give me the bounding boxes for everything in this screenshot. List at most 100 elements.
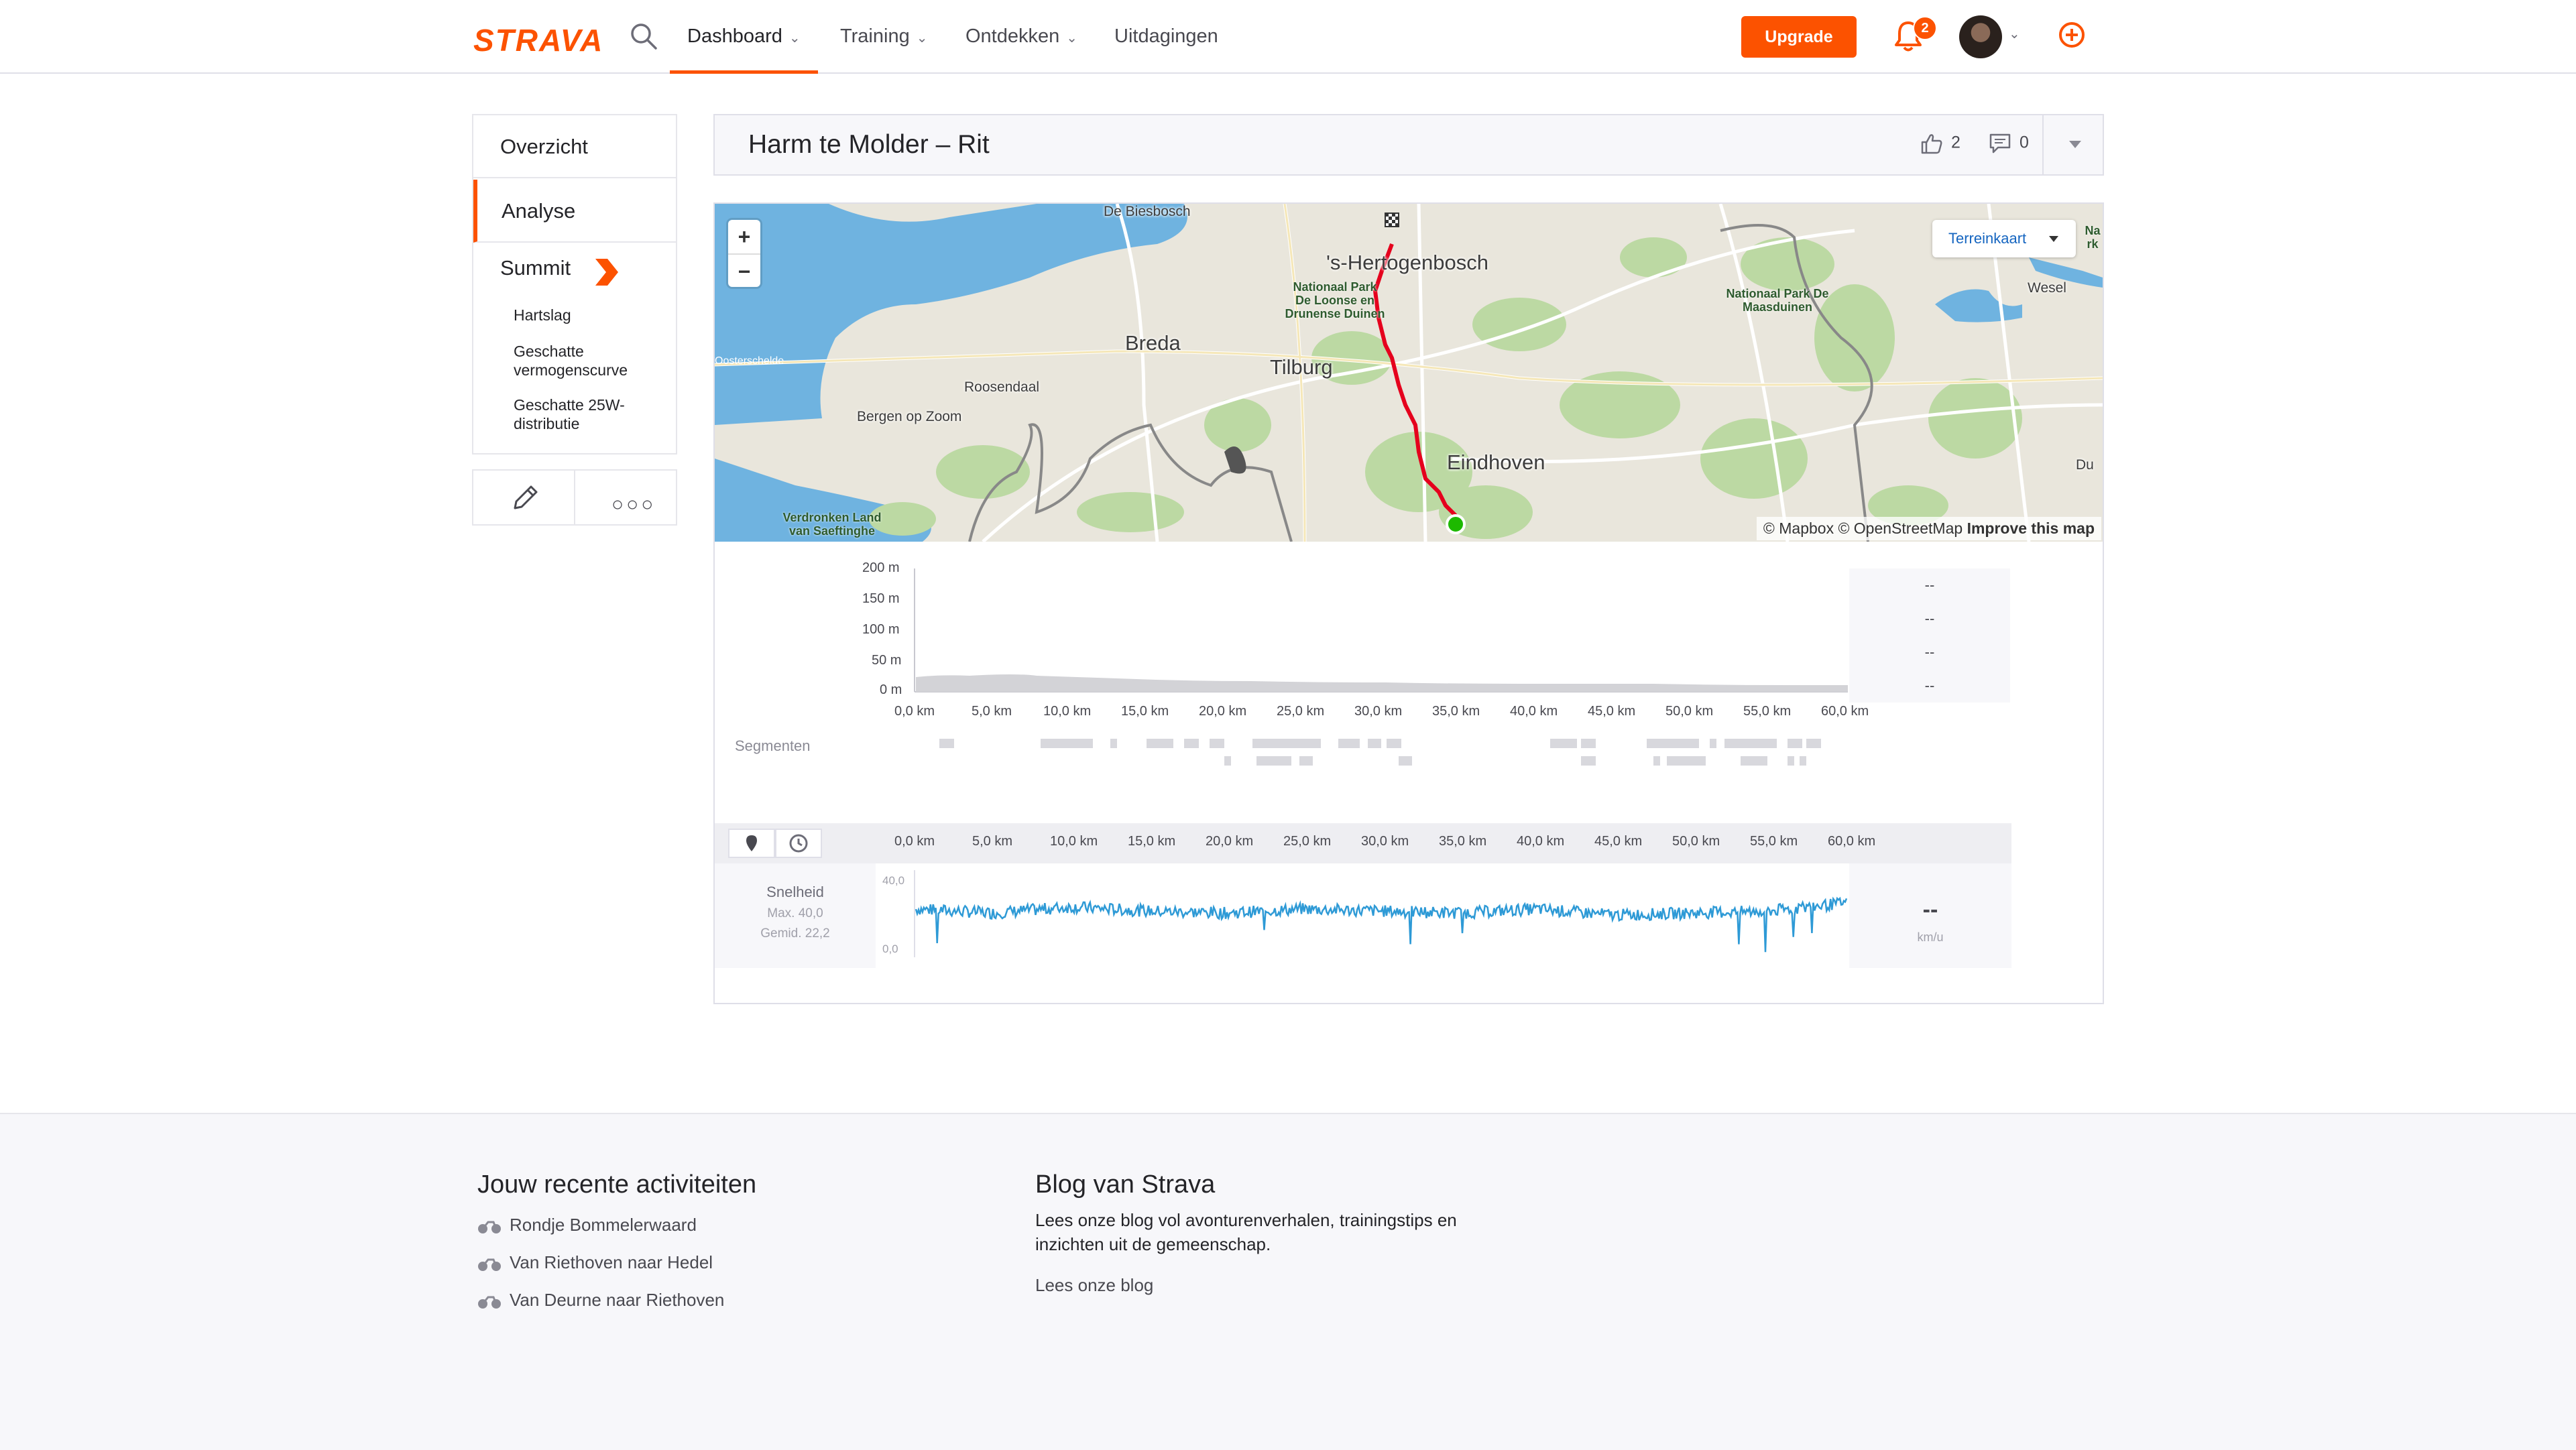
segment-bar[interactable]	[1653, 756, 1660, 766]
nav-dashboard[interactable]: Dashboard ⌄	[670, 0, 818, 74]
segment-bar[interactable]	[1256, 756, 1291, 766]
segment-bar[interactable]	[1387, 739, 1401, 748]
segment-bar[interactable]	[1299, 756, 1313, 766]
segment-bar[interactable]	[1252, 739, 1321, 748]
segment-bar[interactable]	[1184, 739, 1199, 748]
elev-x-tick: 10,0 km	[1043, 704, 1092, 719]
segment-bar[interactable]	[1147, 739, 1173, 748]
segment-bar[interactable]	[1710, 739, 1716, 748]
segment-bar[interactable]	[1800, 756, 1806, 766]
activity-title: Harm te Molder – Rit	[748, 130, 990, 159]
zoom-in-button[interactable]: +	[728, 220, 760, 255]
speed-x-tick: 55,0 km	[1750, 834, 1798, 849]
improve-map-link[interactable]: Improve this map	[1967, 520, 2095, 537]
speed-x-tick: 15,0 km	[1128, 834, 1176, 849]
speed-chart[interactable]	[715, 863, 2011, 968]
chevron-down-icon[interactable]: ⌄	[2009, 25, 2020, 42]
map-label-eindhoven: Eindhoven	[1447, 450, 1545, 474]
distance-toggle[interactable]	[728, 829, 775, 858]
segment-bar[interactable]	[1550, 739, 1577, 748]
blog-title: Blog van Strava	[1035, 1170, 1216, 1199]
recent-activity-link[interactable]: Van Riethoven naar Hedel	[477, 1252, 713, 1273]
elevation-chart: 200 m 150 m 100 m 50 m 0 m 0,0 km 5,0 km…	[715, 548, 2103, 770]
segment-bar[interactable]	[1041, 739, 1093, 748]
elev-y-tick: 100 m	[862, 622, 900, 637]
speed-x-tick: 10,0 km	[1050, 834, 1098, 849]
elev-x-tick: 25,0 km	[1277, 704, 1325, 719]
elev-x-tick: 60,0 km	[1821, 704, 1869, 719]
nav-discover[interactable]: Ontdekken ⌄	[965, 0, 1077, 72]
pencil-icon[interactable]	[510, 483, 540, 513]
speed-series-line	[915, 896, 1848, 953]
time-toggle[interactable]	[775, 829, 822, 858]
map-label-denbosch: 's-Hertogenbosch	[1326, 251, 1488, 274]
nav-training[interactable]: Training ⌄	[840, 0, 927, 72]
divider	[574, 471, 575, 524]
segment-bar[interactable]	[1741, 756, 1767, 766]
strava-logo[interactable]: STRAVA	[473, 22, 603, 58]
footer: Jouw recente activiteiten Rondje Bommele…	[0, 1113, 2576, 1450]
segment-bar[interactable]	[1788, 739, 1802, 748]
activity-header: Harm te Molder – Rit 2 0	[713, 114, 2104, 176]
sidebar-item-heartrate[interactable]: Hartslag	[514, 306, 668, 324]
segment-bar[interactable]	[939, 739, 954, 748]
bike-icon	[478, 1296, 501, 1309]
add-activity-icon[interactable]	[2059, 22, 2085, 48]
kudos-count: 2	[1951, 133, 1960, 152]
segment-bar[interactable]	[1806, 739, 1821, 748]
bike-icon	[478, 1221, 501, 1234]
blog-link[interactable]: Lees onze blog	[1035, 1275, 1153, 1296]
comments-button[interactable]: 0	[1989, 133, 2029, 154]
segment-bar[interactable]	[1788, 756, 1794, 766]
activity-actions-dropdown[interactable]	[2042, 115, 2105, 174]
sidebar-item-power-distribution[interactable]: Geschatte 25W-distributie	[514, 396, 668, 433]
chevron-down-icon: ⌄	[788, 31, 801, 46]
segment-bar[interactable]	[1110, 739, 1117, 748]
recent-activity-link[interactable]: Van Deurne naar Riethoven	[477, 1290, 724, 1311]
speed-row: Snelheid Max. 40,0 Gemid. 22,2 40,0 0,0 …	[715, 863, 2011, 968]
nav-challenges[interactable]: Uitdagingen	[1114, 0, 1218, 72]
zoom-out-button[interactable]: −	[728, 255, 760, 288]
map-label-wesel: Wesel	[2028, 280, 2066, 296]
elev-x-tick: 15,0 km	[1121, 704, 1169, 719]
segment-bar[interactable]	[1581, 739, 1596, 748]
segment-bar[interactable]	[1399, 756, 1412, 766]
location-pin-icon	[746, 835, 757, 851]
avatar[interactable]	[1959, 15, 2002, 58]
elev-y-tick: 150 m	[862, 591, 900, 606]
comment-icon	[1989, 133, 2011, 154]
sidebar-item-analysis[interactable]: Analyse	[473, 180, 676, 243]
elev-stat: --	[1849, 669, 2010, 704]
recent-activity-label: Van Riethoven naar Hedel	[510, 1252, 713, 1272]
segment-bar[interactable]	[1667, 756, 1706, 766]
segment-bar[interactable]	[1210, 739, 1224, 748]
kudos-button[interactable]: 2	[1920, 133, 1960, 154]
recent-activities-title: Jouw recente activiteiten	[477, 1170, 757, 1199]
segment-bar[interactable]	[1581, 756, 1596, 766]
summit-label: Summit	[500, 256, 571, 280]
elev-x-tick: 0,0 km	[894, 704, 935, 719]
search-icon[interactable]	[629, 21, 658, 51]
elev-stat: --	[1849, 568, 2010, 603]
elev-x-tick: 45,0 km	[1588, 704, 1636, 719]
attribution-text: © Mapbox © OpenStreetMap	[1763, 520, 1963, 537]
sidebar-item-power-curve[interactable]: Geschatte vermogenscurve	[514, 342, 668, 379]
segment-bar[interactable]	[1368, 739, 1381, 748]
recent-activity-link[interactable]: Rondje Bommelerwaard	[477, 1215, 697, 1235]
map-label-park-maasduinen: Nationaal Park De Maasduinen	[1726, 287, 1829, 314]
speed-x-tick: 20,0 km	[1206, 834, 1254, 849]
map-label-park-loonse: Nationaal Park De Loonse en Drunense Dui…	[1285, 280, 1385, 320]
elev-stat: --	[1849, 602, 2010, 637]
clock-icon	[789, 834, 808, 853]
speed-current: --	[1922, 897, 1938, 922]
segment-bar[interactable]	[1224, 756, 1231, 766]
upgrade-button[interactable]: Upgrade	[1741, 16, 1857, 58]
segment-bar[interactable]	[1647, 739, 1699, 748]
map-type-select[interactable]: Terreinkaart	[1932, 220, 2076, 257]
route-map[interactable]: + − Terreinkaart 's-Hertogenbosch Breda …	[715, 204, 2103, 542]
more-options-icon[interactable]: ○○○	[611, 493, 656, 516]
sidebar-item-overview[interactable]: Overzicht	[473, 115, 676, 178]
segment-bar[interactable]	[1338, 739, 1360, 748]
segment-bar[interactable]	[1724, 739, 1777, 748]
elev-x-tick: 30,0 km	[1354, 704, 1403, 719]
